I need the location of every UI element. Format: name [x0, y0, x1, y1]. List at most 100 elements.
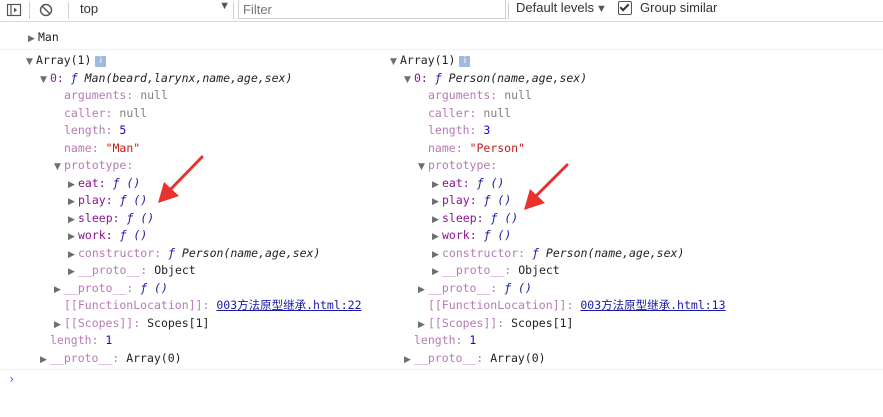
method-value: ƒ ()	[483, 228, 512, 242]
tree-row[interactable]: ▶ eat: ƒ ()	[68, 175, 140, 192]
array-proto-key: __proto__:	[414, 350, 484, 365]
expand-triangle-icon[interactable]: ▶	[432, 194, 442, 211]
collapse-triangle-icon[interactable]: ▼	[390, 54, 400, 71]
scopes-value: Scopes[1]	[511, 315, 574, 330]
proto-key: __proto__:	[442, 263, 512, 277]
info-icon[interactable]: i	[95, 56, 107, 67]
tree-row: arguments: null	[64, 87, 168, 104]
context-selector[interactable]: top ▼	[80, 0, 230, 19]
expand-triangle-icon[interactable]: ▶	[68, 229, 78, 246]
proto-value: ƒ ()	[140, 280, 168, 295]
scopes-key: [[Scopes]]:	[64, 315, 141, 330]
source-link[interactable]: 003方法原型继承.html:13	[580, 298, 725, 312]
prop-value: "Man"	[105, 140, 141, 155]
expand-triangle-icon[interactable]: ▶	[404, 352, 414, 369]
method-value: ƒ ()	[119, 193, 148, 207]
expand-triangle-icon[interactable]: ▶	[432, 247, 442, 264]
scopes-value: Scopes[1]	[147, 315, 210, 330]
function-f: ƒ	[532, 245, 539, 260]
prop-key: caller:	[428, 105, 477, 120]
prototype-key: prototype:	[64, 158, 134, 172]
console-prompt-row[interactable]: ›	[0, 369, 883, 390]
tree-row[interactable]: ▶ [[Scopes]]: Scopes[1]	[418, 315, 573, 332]
sidebar-toggle-icon[interactable]	[6, 2, 22, 18]
tree-row[interactable]: ▶ __proto__: Object	[68, 262, 196, 279]
tree-row: length: 3	[428, 122, 490, 139]
array-header: Array(1)	[400, 53, 456, 67]
proto-key: __proto__:	[78, 263, 148, 277]
constructor-key: constructor:	[78, 245, 162, 260]
expand-triangle-icon[interactable]: ▶	[68, 212, 78, 229]
expand-triangle-icon[interactable]: ▶	[54, 282, 64, 299]
function-signature: Man(beard,larynx,name,age,sex)	[84, 70, 293, 85]
tree-row[interactable]: ▶ constructor: ƒ Person(name,age,sex)	[68, 245, 320, 262]
collapse-triangle-icon[interactable]: ▼	[54, 159, 64, 176]
tree-row[interactable]: ▼ prototype:	[418, 157, 497, 174]
tree-row[interactable]: ▶ sleep: ƒ ()	[432, 210, 518, 227]
clear-console-icon[interactable]	[38, 2, 54, 18]
prop-value: 5	[119, 123, 127, 137]
source-link[interactable]: 003方法原型继承.html:22	[216, 298, 361, 312]
expand-triangle-icon[interactable]: ▶	[28, 31, 38, 48]
dropdown-arrow-icon: ▼	[219, 0, 230, 12]
prop-key: name:	[428, 140, 463, 155]
tree-row[interactable]: ▶ sleep: ƒ ()	[68, 210, 154, 227]
tree-row[interactable]: ▼ Array(1) i	[26, 52, 107, 71]
expand-triangle-icon[interactable]: ▶	[418, 317, 428, 334]
tree-row[interactable]: ▶ work: ƒ ()	[68, 227, 147, 244]
method-key: sleep:	[442, 210, 484, 225]
tree-row[interactable]: ▶ play: ƒ ()	[432, 192, 511, 209]
prop-key: arguments:	[428, 88, 498, 102]
prop-key: length:	[428, 123, 477, 137]
expand-triangle-icon[interactable]: ▶	[54, 317, 64, 334]
method-key: work:	[78, 228, 113, 242]
filter-input[interactable]	[239, 0, 497, 18]
method-key: work:	[442, 228, 477, 242]
tree-row[interactable]: ▶ play: ƒ ()	[68, 192, 147, 209]
expand-triangle-icon[interactable]: ▶	[40, 352, 50, 369]
expand-triangle-icon[interactable]: ▶	[68, 177, 78, 194]
expand-triangle-icon[interactable]: ▶	[68, 264, 78, 281]
expand-triangle-icon[interactable]: ▶	[418, 282, 428, 299]
method-value: ƒ ()	[126, 210, 155, 225]
annotation-arrow-icon	[158, 155, 204, 203]
expand-triangle-icon[interactable]: ▶	[432, 177, 442, 194]
expand-triangle-icon[interactable]: ▶	[432, 264, 442, 281]
log-entry-man[interactable]: ▶ Man	[28, 29, 59, 46]
expand-triangle-icon[interactable]: ▶	[432, 229, 442, 246]
collapse-triangle-icon[interactable]: ▼	[26, 54, 36, 71]
expand-triangle-icon[interactable]: ▶	[68, 194, 78, 211]
tree-row[interactable]: ▶ [[Scopes]]: Scopes[1]	[54, 315, 209, 332]
tree-row[interactable]: ▶ __proto__: Array(0)	[40, 350, 182, 367]
tree-row[interactable]: ▼ 0: ƒ Person(name,age,sex)	[404, 70, 587, 87]
tree-row[interactable]: ▶ constructor: ƒ Person(name,age,sex)	[432, 245, 684, 262]
collapse-triangle-icon[interactable]: ▼	[418, 159, 428, 176]
collapse-triangle-icon[interactable]: ▼	[404, 72, 414, 89]
group-similar-checkbox[interactable]	[618, 1, 632, 15]
info-icon[interactable]: i	[459, 56, 471, 67]
tree-row[interactable]: ▶ work: ƒ ()	[432, 227, 511, 244]
prop-key: caller:	[64, 105, 113, 120]
prop-key: length:	[64, 123, 113, 137]
tree-row[interactable]: ▶ __proto__: ƒ ()	[54, 280, 168, 297]
constructor-signature: Person(name,age,sex)	[545, 245, 685, 260]
collapse-triangle-icon[interactable]: ▼	[40, 72, 50, 89]
log-levels-dropdown[interactable]: Default levels ▼	[516, 0, 607, 15]
tree-row[interactable]: ▼ prototype:	[54, 157, 133, 174]
array-length-value: 1	[105, 333, 113, 347]
tree-row[interactable]: ▼ Array(1) i	[390, 52, 471, 71]
prop-key: arguments:	[64, 88, 134, 102]
tree-row[interactable]: ▶ __proto__: ƒ ()	[418, 280, 532, 297]
tree-row[interactable]: ▶ eat: ƒ ()	[432, 175, 504, 192]
tree-row[interactable]: ▶ __proto__: Object	[432, 262, 560, 279]
log-entry-text: Man	[38, 30, 59, 44]
tree-row: name: "Person"	[428, 140, 525, 157]
array-length-key: length:	[50, 333, 99, 347]
expand-triangle-icon[interactable]: ▶	[432, 212, 442, 229]
prop-value: null	[504, 88, 532, 102]
tree-row[interactable]: ▼ 0: ƒ Man(beard,larynx,name,age,sex)	[40, 70, 292, 87]
expand-triangle-icon[interactable]: ▶	[68, 247, 78, 264]
method-key: eat:	[78, 175, 106, 190]
constructor-key: constructor:	[442, 245, 526, 260]
tree-row[interactable]: ▶ __proto__: Array(0)	[404, 350, 546, 367]
